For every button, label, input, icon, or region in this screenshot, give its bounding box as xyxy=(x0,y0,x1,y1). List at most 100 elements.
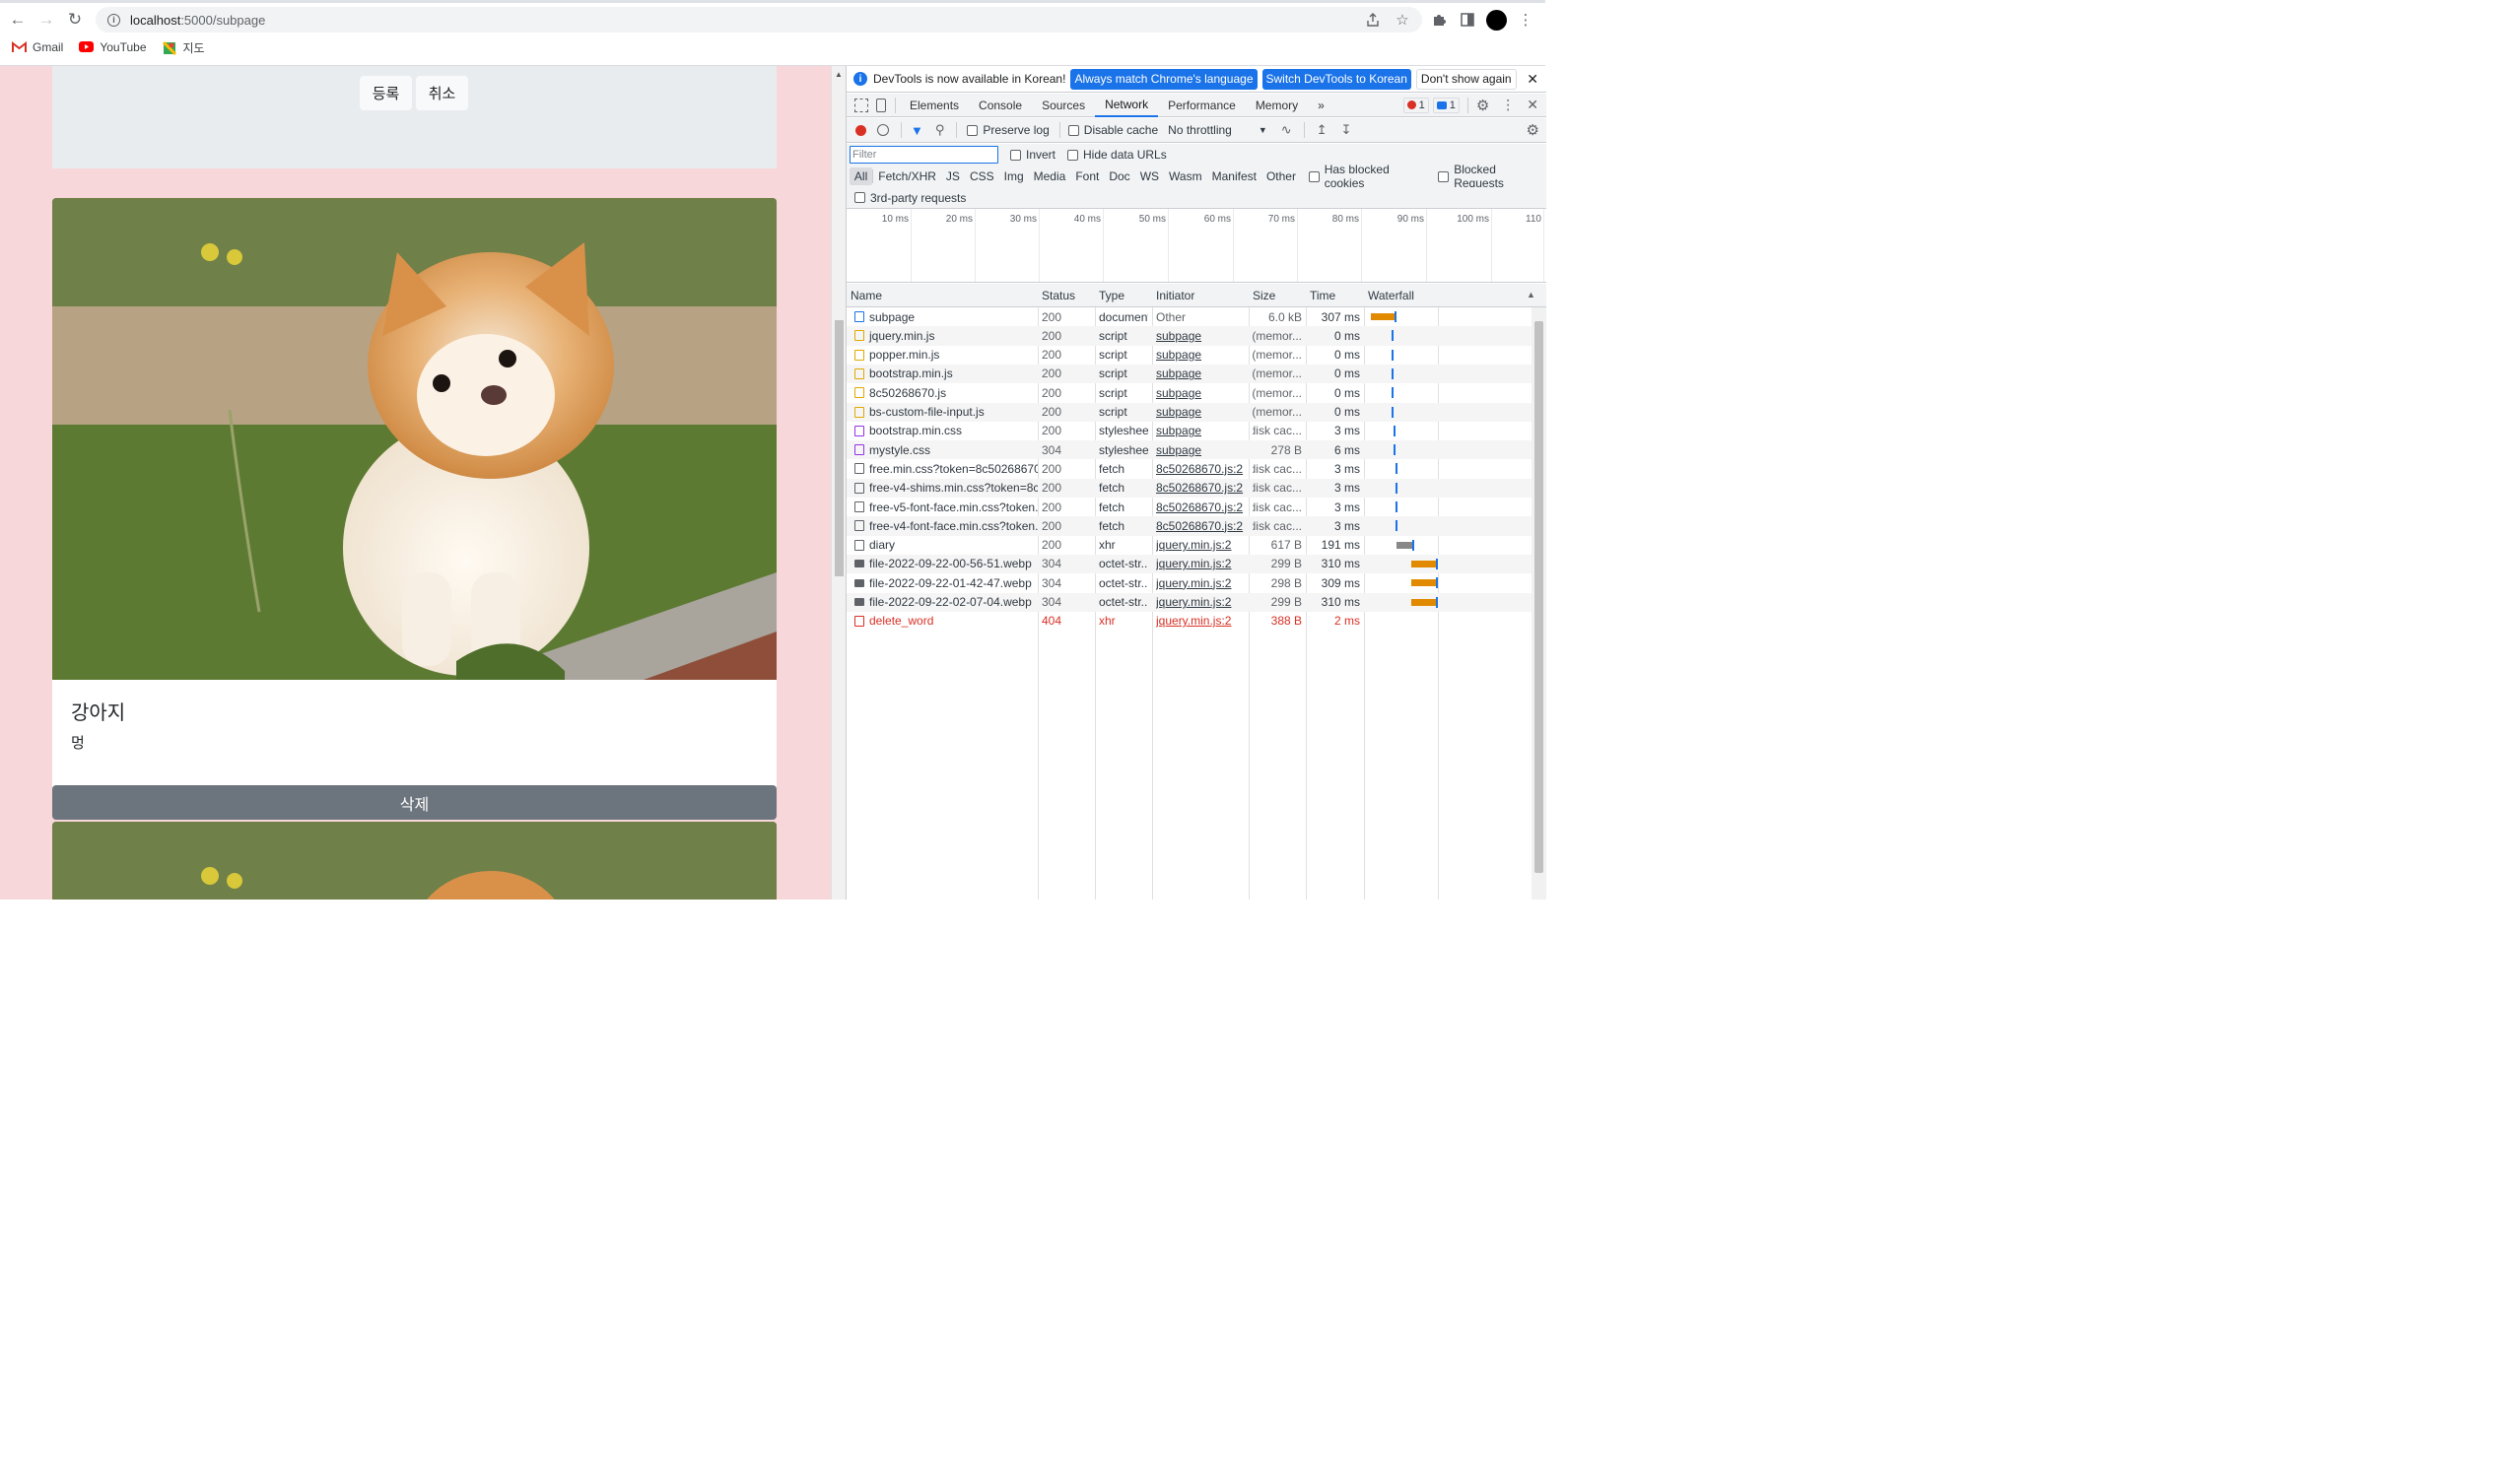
tab-memory[interactable]: Memory xyxy=(1246,94,1308,117)
checkbox-box[interactable] xyxy=(1067,149,1079,161)
blocked-requests-checkbox[interactable]: Blocked Requests xyxy=(1438,163,1546,190)
cell-initiator[interactable]: 8c50268670.js:2 xyxy=(1156,459,1245,478)
clear-icon[interactable] xyxy=(877,124,889,136)
column-header-time[interactable]: Time xyxy=(1306,284,1364,307)
scroll-up-arrow-icon[interactable]: ▲ xyxy=(835,70,843,79)
waterfall-bar[interactable] xyxy=(1396,482,1397,494)
waterfall-bar[interactable] xyxy=(1371,313,1395,320)
type-filter-doc[interactable]: Doc xyxy=(1104,167,1134,185)
preserve-log-checkbox[interactable]: Preserve log xyxy=(967,123,1050,137)
sort-ascending-icon[interactable]: ▲ xyxy=(1527,290,1535,300)
column-header-waterfall[interactable]: Waterfall xyxy=(1364,284,1532,307)
invert-checkbox[interactable]: Invert xyxy=(1010,148,1056,162)
cell-initiator[interactable]: jquery.min.js:2 xyxy=(1156,536,1245,555)
table-row[interactable]: file-2022-09-22-00-56-51.webp 304 octet-st… xyxy=(847,554,1532,574)
cell-initiator[interactable]: jquery.min.js:2 xyxy=(1156,555,1245,573)
table-row[interactable]: free-v4-font-face.min.css?token... 200 fet… xyxy=(847,516,1532,536)
waterfall-bar[interactable] xyxy=(1394,425,1396,436)
table-row[interactable]: mystyle.css 304 stylesheet subpage 278 B 6 ms xyxy=(847,440,1532,460)
table-row[interactable]: file-2022-09-22-02-07-04.webp 304 octet-st… xyxy=(847,592,1532,612)
waterfall-bar[interactable] xyxy=(1411,560,1436,567)
cell-initiator[interactable]: 8c50268670.js:2 xyxy=(1156,516,1245,535)
share-icon[interactable] xyxy=(1362,9,1384,31)
type-filter-js[interactable]: JS xyxy=(941,167,965,185)
cancel-button[interactable]: 취소 xyxy=(416,76,468,110)
more-tabs-chevron-icon[interactable]: » xyxy=(1308,94,1334,117)
table-row[interactable]: jquery.min.js 200 script subpage (memor... 0 … xyxy=(847,326,1532,346)
disable-cache-checkbox[interactable]: Disable cache xyxy=(1067,123,1158,137)
waterfall-bar[interactable] xyxy=(1392,367,1394,379)
network-conditions-wifi-icon[interactable]: ∿ xyxy=(1281,122,1292,138)
waterfall-bar[interactable] xyxy=(1392,349,1394,361)
cell-initiator[interactable]: subpage xyxy=(1156,422,1245,440)
cell-initiator[interactable]: subpage xyxy=(1156,383,1245,402)
search-icon[interactable]: ⚲ xyxy=(935,122,945,138)
network-settings-gear-icon[interactable]: ⚙ xyxy=(1527,121,1539,139)
tab-elements[interactable]: Elements xyxy=(900,94,969,117)
table-row[interactable]: file-2022-09-22-01-42-47.webp 304 octet-st… xyxy=(847,573,1532,592)
bookmark-gmail[interactable]: Gmail xyxy=(12,40,63,54)
import-har-upload-icon[interactable]: ↥ xyxy=(1317,122,1328,138)
table-row[interactable]: bootstrap.min.js 200 script subpage (memor..… xyxy=(847,364,1532,384)
type-filter-css[interactable]: CSS xyxy=(965,167,999,185)
table-row[interactable]: diary 200 xhr jquery.min.js:2 617 B 191 ms xyxy=(847,536,1532,555)
cell-initiator[interactable]: jquery.min.js:2 xyxy=(1156,573,1245,592)
page-scrollbar[interactable]: ▲ xyxy=(831,66,846,900)
site-info-icon[interactable]: i xyxy=(107,13,120,27)
dont-show-again-button[interactable]: Don't show again xyxy=(1415,68,1517,90)
close-devtools-icon[interactable]: ✕ xyxy=(1527,97,1538,113)
waterfall-bar[interactable] xyxy=(1392,330,1394,342)
submit-button[interactable]: 등록 xyxy=(360,76,412,110)
column-header-size[interactable]: Size xyxy=(1249,284,1306,307)
waterfall-bar[interactable] xyxy=(1392,406,1394,418)
switch-to-korean-button[interactable]: Switch DevTools to Korean xyxy=(1261,68,1411,90)
waterfall-bar[interactable] xyxy=(1396,463,1397,475)
table-row[interactable]: 8c50268670.js 200 script subpage (memor... 0 … xyxy=(847,383,1532,402)
filter-funnel-icon[interactable]: ▼ xyxy=(911,123,923,138)
checkbox-box[interactable] xyxy=(854,192,865,203)
match-language-button[interactable]: Always match Chrome's language xyxy=(1070,68,1258,90)
cell-initiator[interactable]: subpage xyxy=(1156,440,1245,459)
table-scrollbar[interactable] xyxy=(1532,307,1546,900)
type-filter-all[interactable]: All xyxy=(849,167,873,185)
table-row[interactable]: bs-custom-file-input.js 200 script subpage (… xyxy=(847,402,1532,422)
waterfall-bar[interactable] xyxy=(1411,579,1436,587)
table-row[interactable]: free-v5-font-face.min.css?token... 200 fet… xyxy=(847,498,1532,516)
type-filter-ws[interactable]: WS xyxy=(1135,167,1164,185)
column-header-status[interactable]: Status xyxy=(1038,284,1095,307)
cell-initiator[interactable]: jquery.min.js:2 xyxy=(1156,593,1245,612)
type-filter-wasm[interactable]: Wasm xyxy=(1164,167,1207,185)
inspect-element-icon[interactable] xyxy=(854,98,868,112)
has-blocked-cookies-checkbox[interactable]: Has blocked cookies xyxy=(1308,163,1430,190)
waterfall-bar[interactable] xyxy=(1392,387,1394,399)
profile-avatar[interactable] xyxy=(1486,10,1507,31)
waterfall-bar[interactable] xyxy=(1411,598,1436,606)
column-header-type[interactable]: Type xyxy=(1095,284,1152,307)
checkbox-box[interactable] xyxy=(1438,170,1450,182)
bookmark-star-icon[interactable]: ☆ xyxy=(1392,9,1413,31)
table-row[interactable]: delete_word 404 xhr jquery.min.js:2 388 B 2 m… xyxy=(847,612,1532,631)
bookmark-youtube[interactable]: YouTube xyxy=(79,40,147,54)
table-scroll-thumb[interactable] xyxy=(1534,321,1543,873)
waterfall-bar[interactable] xyxy=(1394,444,1396,456)
delete-button[interactable]: 삭제 xyxy=(52,785,777,820)
device-toolbar-icon[interactable] xyxy=(876,98,886,112)
side-panel-icon[interactable] xyxy=(1457,9,1478,31)
bookmark-maps[interactable]: 지도 xyxy=(162,39,205,56)
forward-arrow-icon[interactable]: → xyxy=(35,9,57,31)
record-icon[interactable] xyxy=(855,124,866,136)
hide-data-urls-checkbox[interactable]: Hide data URLs xyxy=(1067,148,1167,162)
waterfall-bar[interactable] xyxy=(1396,520,1397,532)
network-overview-timeline[interactable]: 10 ms 20 ms 30 ms 40 ms 50 ms 60 ms 70 ms 80 ms… xyxy=(847,209,1546,283)
error-count-badge[interactable]: 1 xyxy=(1402,97,1429,113)
checkbox-box[interactable] xyxy=(1067,124,1079,136)
more-options-icon[interactable]: ⋮ xyxy=(1501,97,1515,113)
checkbox-box[interactable] xyxy=(1308,170,1320,182)
cell-initiator[interactable]: subpage xyxy=(1156,403,1245,422)
cell-initiator[interactable]: subpage xyxy=(1156,365,1245,383)
settings-gear-icon[interactable]: ⚙ xyxy=(1476,97,1489,114)
extensions-puzzle-icon[interactable] xyxy=(1428,9,1450,31)
checkbox-box[interactable] xyxy=(967,124,979,136)
table-row[interactable]: popper.min.js 200 script subpage (memor... 0 … xyxy=(847,346,1532,365)
back-arrow-icon[interactable]: ← xyxy=(7,9,29,31)
